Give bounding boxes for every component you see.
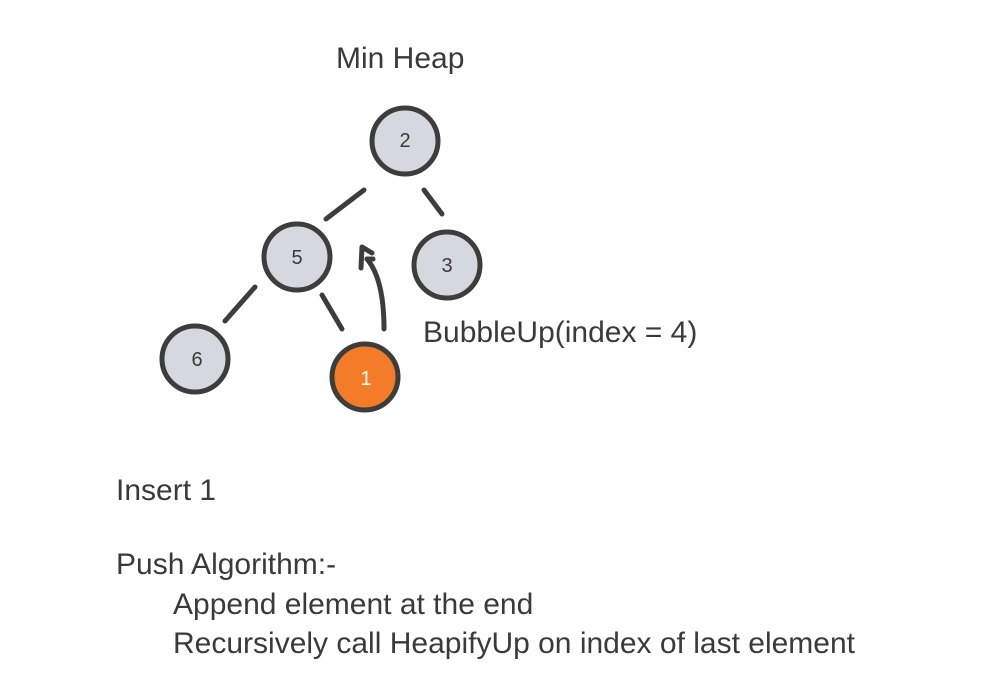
bubble-up-label: BubbleUp(index = 4) — [423, 316, 698, 349]
edge-5-1 — [319, 292, 345, 332]
node-value: 1 — [360, 368, 371, 390]
edge-2-3 — [421, 187, 445, 217]
heap-node-5: 5 — [261, 221, 333, 293]
node-value: 2 — [399, 130, 410, 152]
edge-5-6 — [222, 284, 258, 324]
node-value: 6 — [191, 349, 202, 371]
diagram-title: Min Heap — [336, 42, 465, 75]
algorithm-step: Recursively call HeapifyUp on index of l… — [173, 627, 855, 660]
heap-node-2: 2 — [369, 105, 441, 177]
algorithm-title: Push Algorithm:- — [116, 548, 337, 581]
algorithm-step: Append element at the end — [173, 588, 534, 621]
insert-text: Insert 1 — [116, 474, 217, 507]
heap-node-1-highlighted: 1 — [329, 341, 401, 413]
heap-node-3: 3 — [411, 229, 483, 301]
edge-2-5 — [323, 187, 367, 222]
node-value: 3 — [441, 255, 452, 277]
node-value: 5 — [291, 247, 302, 269]
heap-node-6: 6 — [159, 323, 231, 395]
bubble-up-arrow — [364, 256, 387, 332]
